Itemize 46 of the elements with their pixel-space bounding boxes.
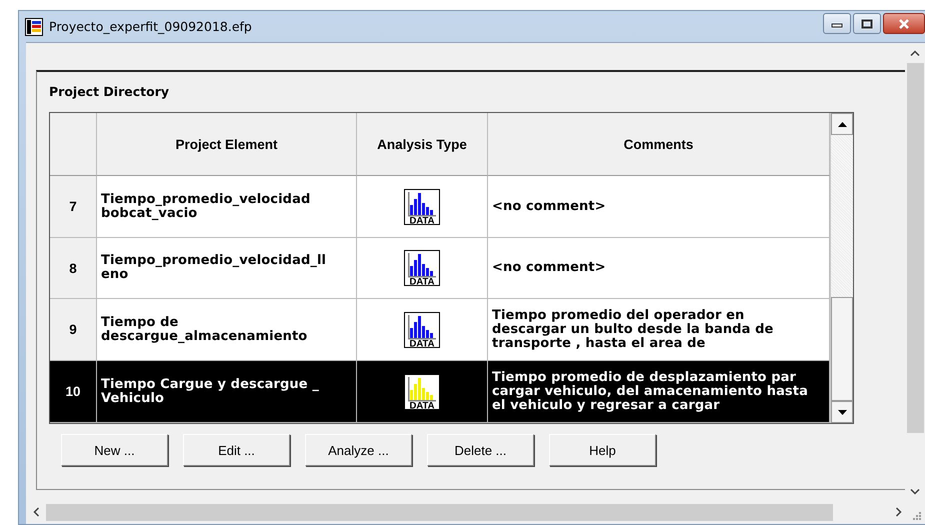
dialog-button[interactable]: Edit ... <box>183 434 290 466</box>
table-cell: <no comment> <box>488 176 830 238</box>
maximize-icon <box>861 18 873 28</box>
maximize-button[interactable] <box>853 13 881 34</box>
table-cell: Tiempo_promedio_velocidad bobcat_vacio <box>97 176 357 238</box>
row-number: 7 <box>50 176 97 238</box>
table-cell: <no comment> <box>488 238 830 299</box>
data-chart-icon: DATA <box>404 312 440 348</box>
header-cell <box>50 113 97 176</box>
resize-grip-icon[interactable] <box>911 510 921 520</box>
dialog-button[interactable]: New ... <box>61 434 168 466</box>
app-icon <box>25 18 43 36</box>
panel-title: Project Directory <box>49 84 170 101</box>
triangle-up-icon <box>838 122 846 126</box>
close-icon <box>898 18 910 28</box>
table-cell: Tiempo Cargue y descargue _ Vehiculo <box>97 361 357 423</box>
scroll-thumb[interactable] <box>906 63 924 433</box>
data-chart-icon: DATA <box>404 188 440 224</box>
dialog-button[interactable]: Help <box>549 434 656 466</box>
row-number: 9 <box>50 299 97 361</box>
data-chart-icon: DATA <box>404 250 440 286</box>
close-button[interactable] <box>883 13 925 34</box>
dialog-button[interactable]: Delete ... <box>427 434 534 466</box>
dialog-button[interactable]: Analyze ... <box>305 434 412 466</box>
scroll-thumb[interactable] <box>46 504 833 520</box>
table-cell: Tiempo_promedio_velocidad_ll eno <box>97 238 357 299</box>
window-title: Proyecto_experfit_09092018.efp <box>49 19 252 34</box>
scroll-right-icon[interactable] <box>896 507 902 517</box>
scroll-up-button[interactable] <box>831 113 853 135</box>
table-scrollbar[interactable] <box>830 113 853 423</box>
column-header[interactable]: Analysis Type <box>357 113 488 176</box>
scroll-down-button[interactable] <box>831 401 853 423</box>
minimize-button[interactable] <box>823 13 851 34</box>
scroll-up-icon[interactable] <box>910 50 920 56</box>
column-header[interactable]: Comments <box>488 113 830 176</box>
triangle-down-icon <box>838 410 846 414</box>
table-cell: Tiempo promedio del operador en descargar un bulto desde la banda de transporte , hasta el area de <box>488 299 830 361</box>
scroll-thumb[interactable] <box>831 297 853 401</box>
row-number: 10 <box>50 361 97 423</box>
column-header[interactable]: Project Element <box>97 113 357 176</box>
table-cell: Tiempo promedio de desplazamiento par cargar vehiculo, del amacenamiento hasta el vehiculo y regresar a cargar <box>488 361 830 423</box>
table-cell: Tiempo de descargue_almacenamiento <box>97 299 357 361</box>
scroll-left-icon[interactable] <box>33 507 39 517</box>
row-number: 8 <box>50 238 97 299</box>
data-chart-icon: DATA <box>404 374 440 410</box>
scroll-down-icon[interactable] <box>910 489 920 495</box>
